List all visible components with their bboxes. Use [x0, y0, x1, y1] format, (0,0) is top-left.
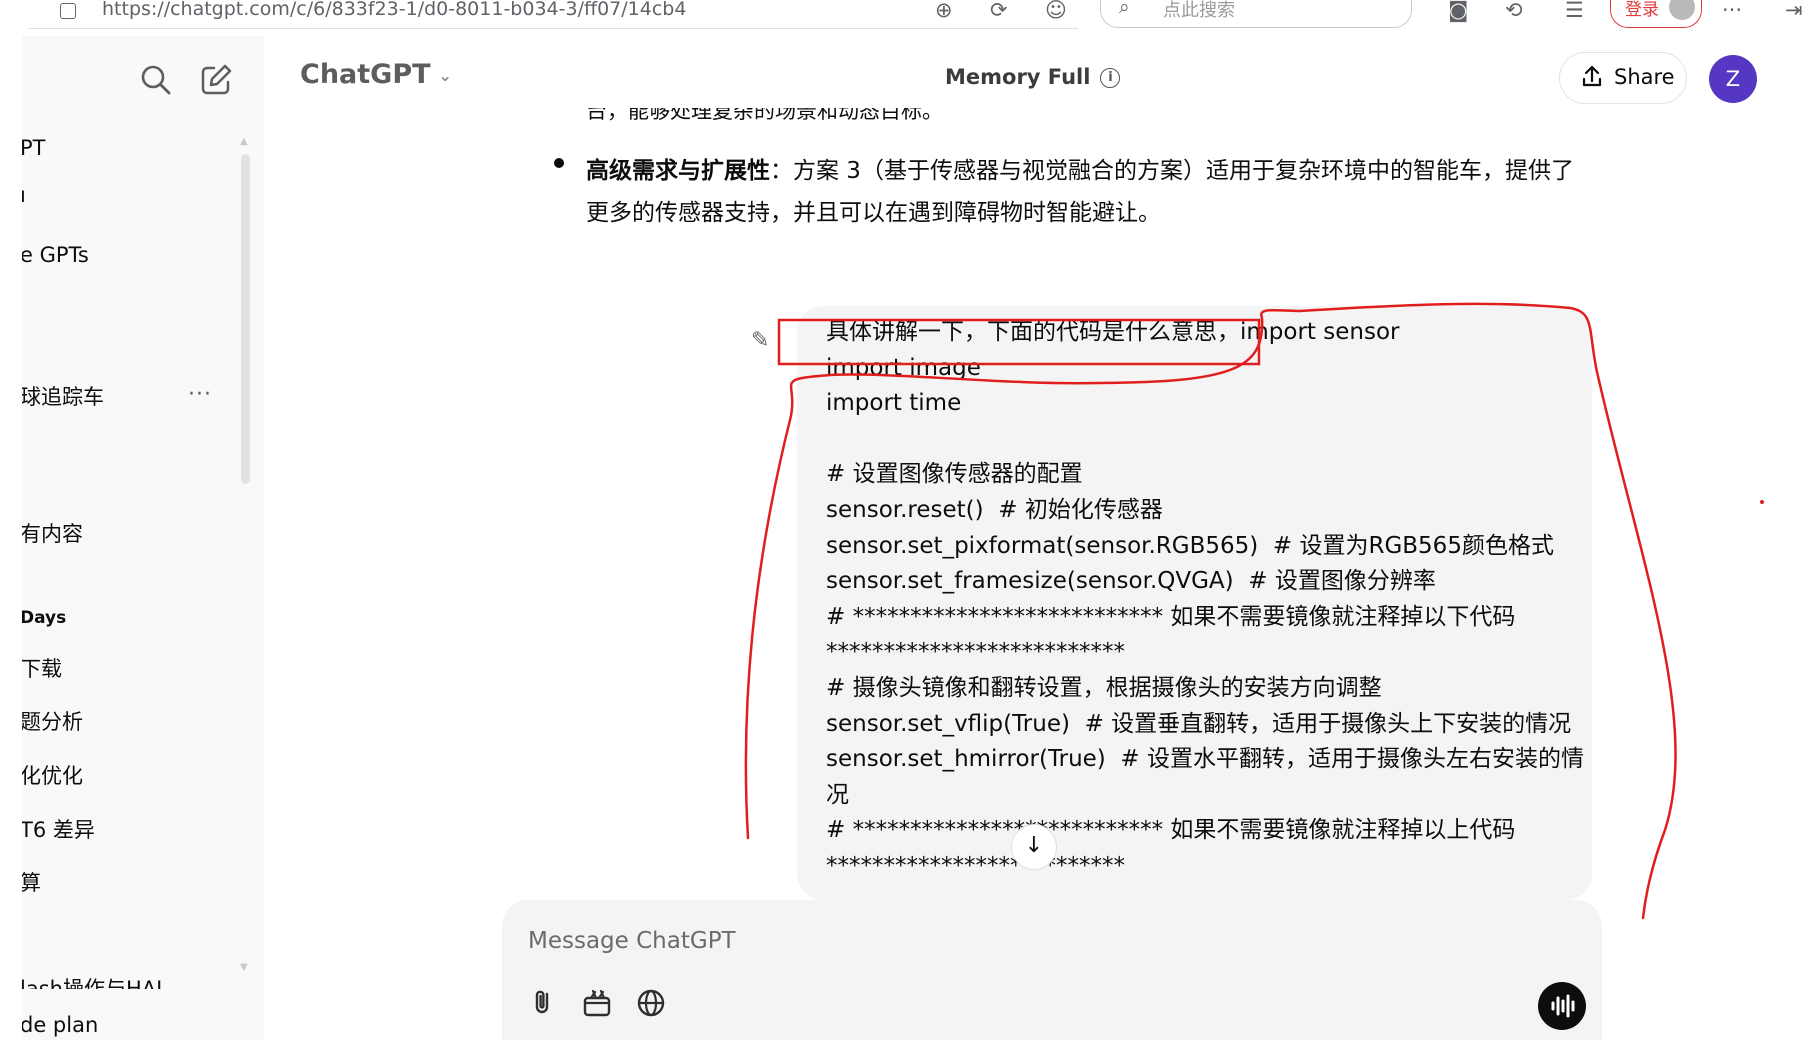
annotation-dot	[1760, 500, 1764, 504]
annotation-highlight-box	[777, 318, 1261, 366]
red-annotation-overlay	[744, 302, 1764, 920]
annotation-freehand-outline	[744, 302, 1677, 920]
